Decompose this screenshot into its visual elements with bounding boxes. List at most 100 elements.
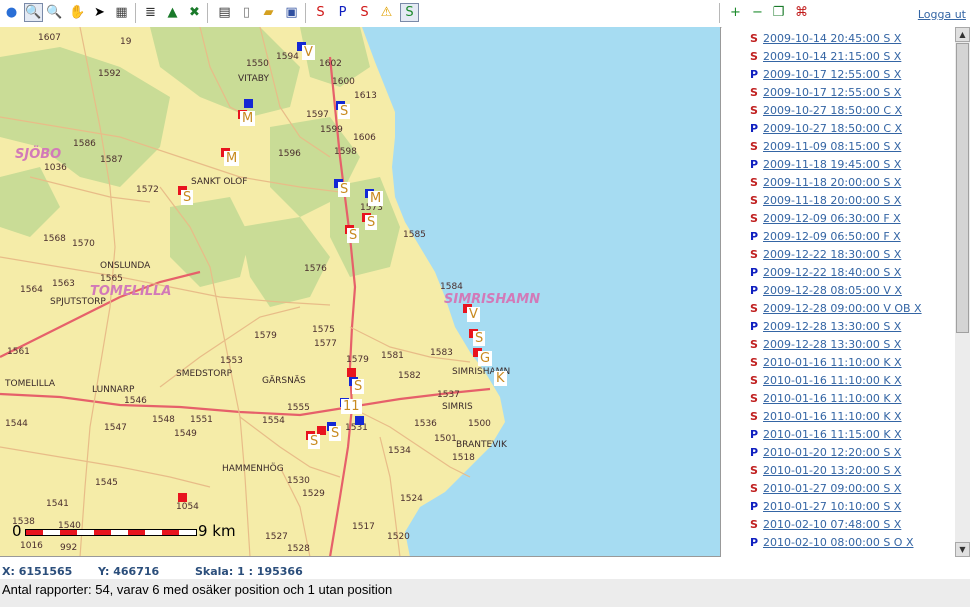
report-marker-label[interactable]: G (478, 351, 493, 366)
report-link[interactable]: 2010-02-10 07:48:00 S X (763, 518, 901, 531)
report-link[interactable]: 2009-10-17 12:55:00 S X (763, 68, 901, 81)
report-link[interactable]: 2010-01-16 11:10:00 K X (763, 356, 902, 369)
report-row[interactable]: S 2009-12-22 18:30:00 S X (750, 246, 901, 264)
report-link[interactable]: 2009-11-18 20:00:00 S X (763, 194, 901, 207)
report-marker-s[interactable] (178, 493, 187, 502)
open-folder-icon[interactable]: ▰ (259, 3, 278, 22)
report-marker-p[interactable] (244, 99, 253, 108)
report-row[interactable]: S 2009-12-09 06:30:00 F X (750, 210, 901, 228)
new-document-icon[interactable]: ▯ (237, 3, 256, 22)
report-row[interactable]: S 2009-11-09 08:15:00 S X (750, 138, 901, 156)
report-link[interactable]: 2009-12-28 09:00:00 V OB X (763, 302, 922, 315)
report-row[interactable]: P 2010-01-16 11:15:00 K X (750, 426, 902, 444)
report-row[interactable]: P 2009-12-22 18:40:00 S X (750, 264, 901, 282)
report-marker-label[interactable]: V (302, 45, 315, 60)
report-row[interactable]: S 2010-01-16 11:10:00 K X (750, 408, 902, 426)
pointer-icon[interactable]: ➤ (90, 3, 109, 22)
report-link[interactable]: 2009-12-28 13:30:00 S X (763, 338, 901, 351)
warning-icon[interactable]: ⚠ (377, 3, 396, 22)
report-link[interactable]: 2009-12-28 13:30:00 S X (763, 320, 901, 333)
report-marker-label[interactable]: M (368, 191, 384, 206)
report-link[interactable]: 2009-10-27 18:50:00 C X (763, 104, 902, 117)
pdf-icon[interactable]: ⌘ (792, 3, 811, 22)
scroll-up-icon[interactable]: ▲ (955, 27, 970, 42)
report-link[interactable]: 2009-11-18 20:00:00 S X (763, 176, 901, 189)
report-link[interactable]: 2009-10-27 18:50:00 C X (763, 122, 902, 135)
report-marker-p[interactable] (355, 416, 364, 425)
report-marker-label[interactable]: 11 (341, 399, 362, 414)
report-marker-label[interactable]: M (224, 151, 240, 166)
report-link[interactable]: 2010-01-16 11:10:00 K X (763, 374, 902, 387)
report-marker-label[interactable]: S (352, 379, 365, 394)
report-row[interactable]: P 2010-01-27 10:10:00 S X (750, 498, 901, 516)
delete-marker-icon[interactable]: ✖ (185, 3, 204, 22)
report-link[interactable]: 2009-11-18 19:45:00 S X (763, 158, 901, 171)
report-row[interactable]: P 2009-12-09 06:50:00 F X (750, 228, 901, 246)
report-link[interactable]: 2010-01-27 10:10:00 S X (763, 500, 901, 513)
filter-dots-icon[interactable]: S (400, 3, 419, 22)
report-link[interactable]: 2010-02-10 08:00:00 S O X (763, 536, 914, 549)
report-link[interactable]: 2010-01-16 11:10:00 K X (763, 392, 902, 405)
report-row[interactable]: S 2010-01-27 09:00:00 S X (750, 480, 901, 498)
report-row[interactable]: P 2009-12-28 13:30:00 S X (750, 318, 901, 336)
report-link[interactable]: 2010-01-20 12:20:00 S X (763, 446, 901, 459)
map-icon[interactable]: ▲ (163, 3, 182, 22)
report-link[interactable]: 2010-01-16 11:15:00 K X (763, 428, 902, 441)
filter-sp-icon[interactable]: S (355, 3, 374, 22)
save-icon[interactable]: ▣ (282, 3, 301, 22)
report-marker-s[interactable] (347, 368, 356, 377)
plus-icon[interactable]: + (726, 3, 745, 22)
report-row[interactable]: S 2009-12-28 09:00:00 V OB X (750, 300, 922, 318)
filter-s-icon[interactable]: S (311, 3, 330, 22)
layers-icon[interactable]: ≣ (141, 3, 160, 22)
report-row[interactable]: S 2009-11-18 20:00:00 S X (750, 174, 901, 192)
scroll-thumb[interactable] (956, 43, 969, 333)
report-link[interactable]: 2009-12-09 06:30:00 F X (763, 212, 901, 225)
report-link[interactable]: 2009-10-14 20:45:00 S X (763, 32, 901, 45)
report-link[interactable]: 2009-12-09 06:50:00 F X (763, 230, 901, 243)
scroll-down-icon[interactable]: ▼ (955, 542, 970, 557)
map-view[interactable]: VITABY SANKT OLOF ONSLUNDA SPJUTSTORP SM… (0, 27, 721, 557)
measure-icon[interactable]: ▦ (112, 3, 131, 22)
report-marker-label[interactable]: M (240, 111, 256, 126)
report-row[interactable]: P 2010-01-20 12:20:00 S X (750, 444, 901, 462)
report-row[interactable]: S 2009-10-17 12:55:00 S X (750, 84, 901, 102)
report-row[interactable]: S 2010-01-16 11:10:00 K X (750, 354, 902, 372)
report-link[interactable]: 2009-12-28 08:05:00 V X (763, 284, 902, 297)
report-link[interactable]: 2009-10-14 21:15:00 S X (763, 50, 901, 63)
report-row[interactable]: S 2009-10-27 18:50:00 C X (750, 102, 902, 120)
report-row[interactable]: S 2010-01-20 13:20:00 S X (750, 462, 901, 480)
report-link[interactable]: 2010-01-27 09:00:00 S X (763, 482, 901, 495)
globe-icon[interactable]: ● (2, 3, 21, 22)
report-marker-label[interactable]: S (347, 228, 360, 243)
report-link[interactable]: 2010-01-20 13:20:00 S X (763, 464, 901, 477)
report-marker-label[interactable]: S (338, 182, 351, 197)
report-row[interactable]: S 2010-01-16 11:10:00 K X (750, 372, 902, 390)
report-row[interactable]: S 2009-12-28 13:30:00 S X (750, 336, 901, 354)
filter-p-icon[interactable]: P (333, 3, 352, 22)
report-list-scrollbar[interactable]: ▲ ▼ (955, 27, 970, 557)
report-row[interactable]: S 2010-01-16 11:10:00 K X (750, 390, 902, 408)
report-row[interactable]: P 2010-02-10 08:00:00 S O X (750, 534, 914, 552)
pan-hand-icon[interactable]: ✋ (68, 3, 87, 22)
zoom-out-icon[interactable]: 🔍 (45, 3, 64, 22)
minus-icon[interactable]: − (748, 3, 767, 22)
report-link[interactable]: 2010-01-16 11:10:00 K X (763, 410, 902, 423)
copy-icon[interactable]: ❐ (769, 3, 788, 22)
report-link[interactable]: 2009-10-17 12:55:00 S X (763, 86, 901, 99)
report-row[interactable]: S 2009-11-18 20:00:00 S X (750, 192, 901, 210)
report-marker-label[interactable]: S (338, 104, 351, 119)
report-marker-label[interactable]: K (494, 371, 507, 386)
report-row[interactable]: S 2010-02-10 07:48:00 S X (750, 516, 901, 534)
report-row[interactable]: P 2009-11-18 19:45:00 S X (750, 156, 901, 174)
report-row[interactable]: S 2009-10-14 21:15:00 S X (750, 48, 901, 66)
report-link[interactable]: 2009-11-09 08:15:00 S X (763, 140, 901, 153)
report-row[interactable]: P 2009-10-27 18:50:00 C X (750, 120, 902, 138)
report-marker-label[interactable]: S (329, 426, 342, 441)
report-marker-label[interactable]: S (365, 215, 378, 230)
report-marker-label[interactable]: S (308, 434, 321, 449)
report-link[interactable]: 2009-12-22 18:30:00 S X (763, 248, 901, 261)
report-marker-label[interactable]: V (467, 307, 480, 322)
report-row[interactable]: P 2009-10-17 12:55:00 S X (750, 66, 901, 84)
report-marker-label[interactable]: S (181, 190, 194, 205)
